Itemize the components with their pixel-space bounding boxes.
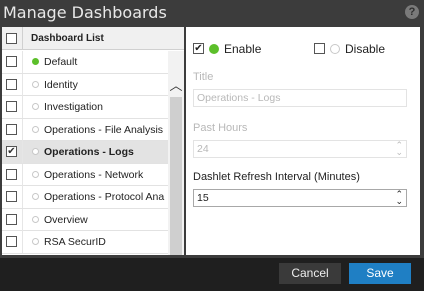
refresh-interval-value[interactable]: 15: [197, 192, 209, 204]
list-item-label: RSA SecurID: [44, 236, 106, 248]
dashboard-list: Default Identity Investigation Operations -…: [2, 51, 168, 254]
dialog-title: Manage Dashboards: [3, 3, 167, 22]
past-hours-spinner-icon: ⌃ ⌄: [395, 140, 403, 157]
enabled-status-icon: [209, 44, 219, 54]
list-item[interactable]: Default: [2, 51, 168, 74]
list-header: Dashboard List: [2, 27, 184, 50]
list-item[interactable]: Operations - Network: [2, 163, 168, 186]
dialog-footer: Cancel Save: [0, 258, 424, 291]
row-divider: [22, 73, 23, 96]
disabled-status-icon: [330, 44, 340, 54]
row-checkbox[interactable]: [6, 213, 17, 225]
dialog-body: Dashboard List Default Identity Investigat…: [0, 25, 424, 258]
row-checkbox[interactable]: [6, 101, 17, 112]
row-divider: [22, 208, 23, 231]
inactive-status-icon: [32, 148, 39, 155]
active-status-icon: [32, 58, 39, 65]
save-button[interactable]: Save: [349, 263, 411, 284]
header-divider: [22, 27, 23, 50]
list-item-label: Operations - Network: [44, 168, 144, 181]
enable-checkbox[interactable]: ✔: [193, 43, 204, 54]
title-field: Operations - Logs: [193, 89, 407, 107]
enable-label: Enable: [224, 42, 262, 56]
refresh-interval-spinner-icon[interactable]: ⌃ ⌄: [395, 190, 403, 206]
inactive-status-icon: [32, 238, 39, 245]
disable-label: Disable: [345, 42, 386, 56]
list-item-label: Operations - File Analysis: [44, 123, 164, 136]
list-item-label: Operations - Protocol Ana: [44, 191, 165, 203]
row-divider: [22, 231, 23, 253]
list-item-label: Identity: [44, 78, 78, 91]
row-divider: [22, 186, 23, 208]
cancel-button[interactable]: Cancel: [279, 263, 341, 284]
inactive-status-icon: [32, 170, 39, 178]
inactive-status-icon: [32, 215, 39, 223]
inactive-status-icon: [32, 125, 39, 133]
past-hours-field: 24 ⌃ ⌄: [193, 140, 407, 158]
list-item[interactable]: Operations - File Analysis: [2, 118, 168, 141]
past-hours-label: Past Hours: [193, 122, 248, 134]
list-item-label: Operations - Logs: [44, 146, 134, 158]
list-header-label: Dashboard List: [31, 33, 104, 44]
row-checkbox[interactable]: [6, 191, 17, 202]
list-item[interactable]: Operations - Protocol Ana: [2, 186, 168, 209]
row-checkbox[interactable]: [6, 236, 17, 247]
list-item[interactable]: Identity: [2, 73, 168, 96]
dashboard-details-panel: ✔ Enable Disable Title Operations - Logs…: [186, 27, 420, 255]
inactive-status-icon: [32, 103, 39, 110]
inactive-status-icon: [32, 193, 39, 200]
title-value: Operations - Logs: [197, 92, 281, 104]
row-divider: [22, 141, 23, 163]
title-bar: Manage Dashboards ?: [0, 0, 424, 25]
row-checkbox[interactable]: [6, 56, 17, 67]
row-checkbox[interactable]: ✔: [6, 146, 17, 157]
list-item-label: Investigation: [44, 101, 103, 113]
list-item[interactable]: RSA SecurID: [2, 231, 168, 254]
row-checkbox[interactable]: [6, 78, 17, 90]
refresh-interval-label: Dashlet Refresh Interval (Minutes): [193, 171, 360, 183]
row-checkbox[interactable]: [6, 123, 17, 135]
row-divider: [22, 96, 23, 118]
list-item-label: Overview: [44, 213, 88, 226]
select-all-checkbox[interactable]: [6, 33, 17, 44]
row-divider: [22, 118, 23, 141]
refresh-interval-field[interactable]: 15 ⌃ ⌄: [193, 189, 407, 207]
list-item[interactable]: ✔ Operations - Logs: [2, 141, 168, 164]
scroll-up-icon[interactable]: ︿: [168, 79, 184, 93]
scroll-thumb[interactable]: [170, 97, 182, 255]
row-checkbox[interactable]: [6, 168, 17, 180]
disable-checkbox[interactable]: [314, 43, 325, 54]
title-label: Title: [193, 71, 214, 83]
row-divider: [22, 163, 23, 186]
dashboard-list-panel: Dashboard List Default Identity Investigat…: [2, 27, 184, 255]
list-item-label: Default: [44, 56, 78, 68]
list-scrollbar[interactable]: ︿ ﹀: [168, 51, 184, 255]
list-item[interactable]: Overview: [2, 208, 168, 231]
row-divider: [22, 51, 23, 73]
help-icon[interactable]: ?: [405, 5, 419, 19]
list-item[interactable]: Investigation: [2, 96, 168, 119]
past-hours-value: 24: [197, 143, 209, 155]
inactive-status-icon: [32, 80, 39, 88]
